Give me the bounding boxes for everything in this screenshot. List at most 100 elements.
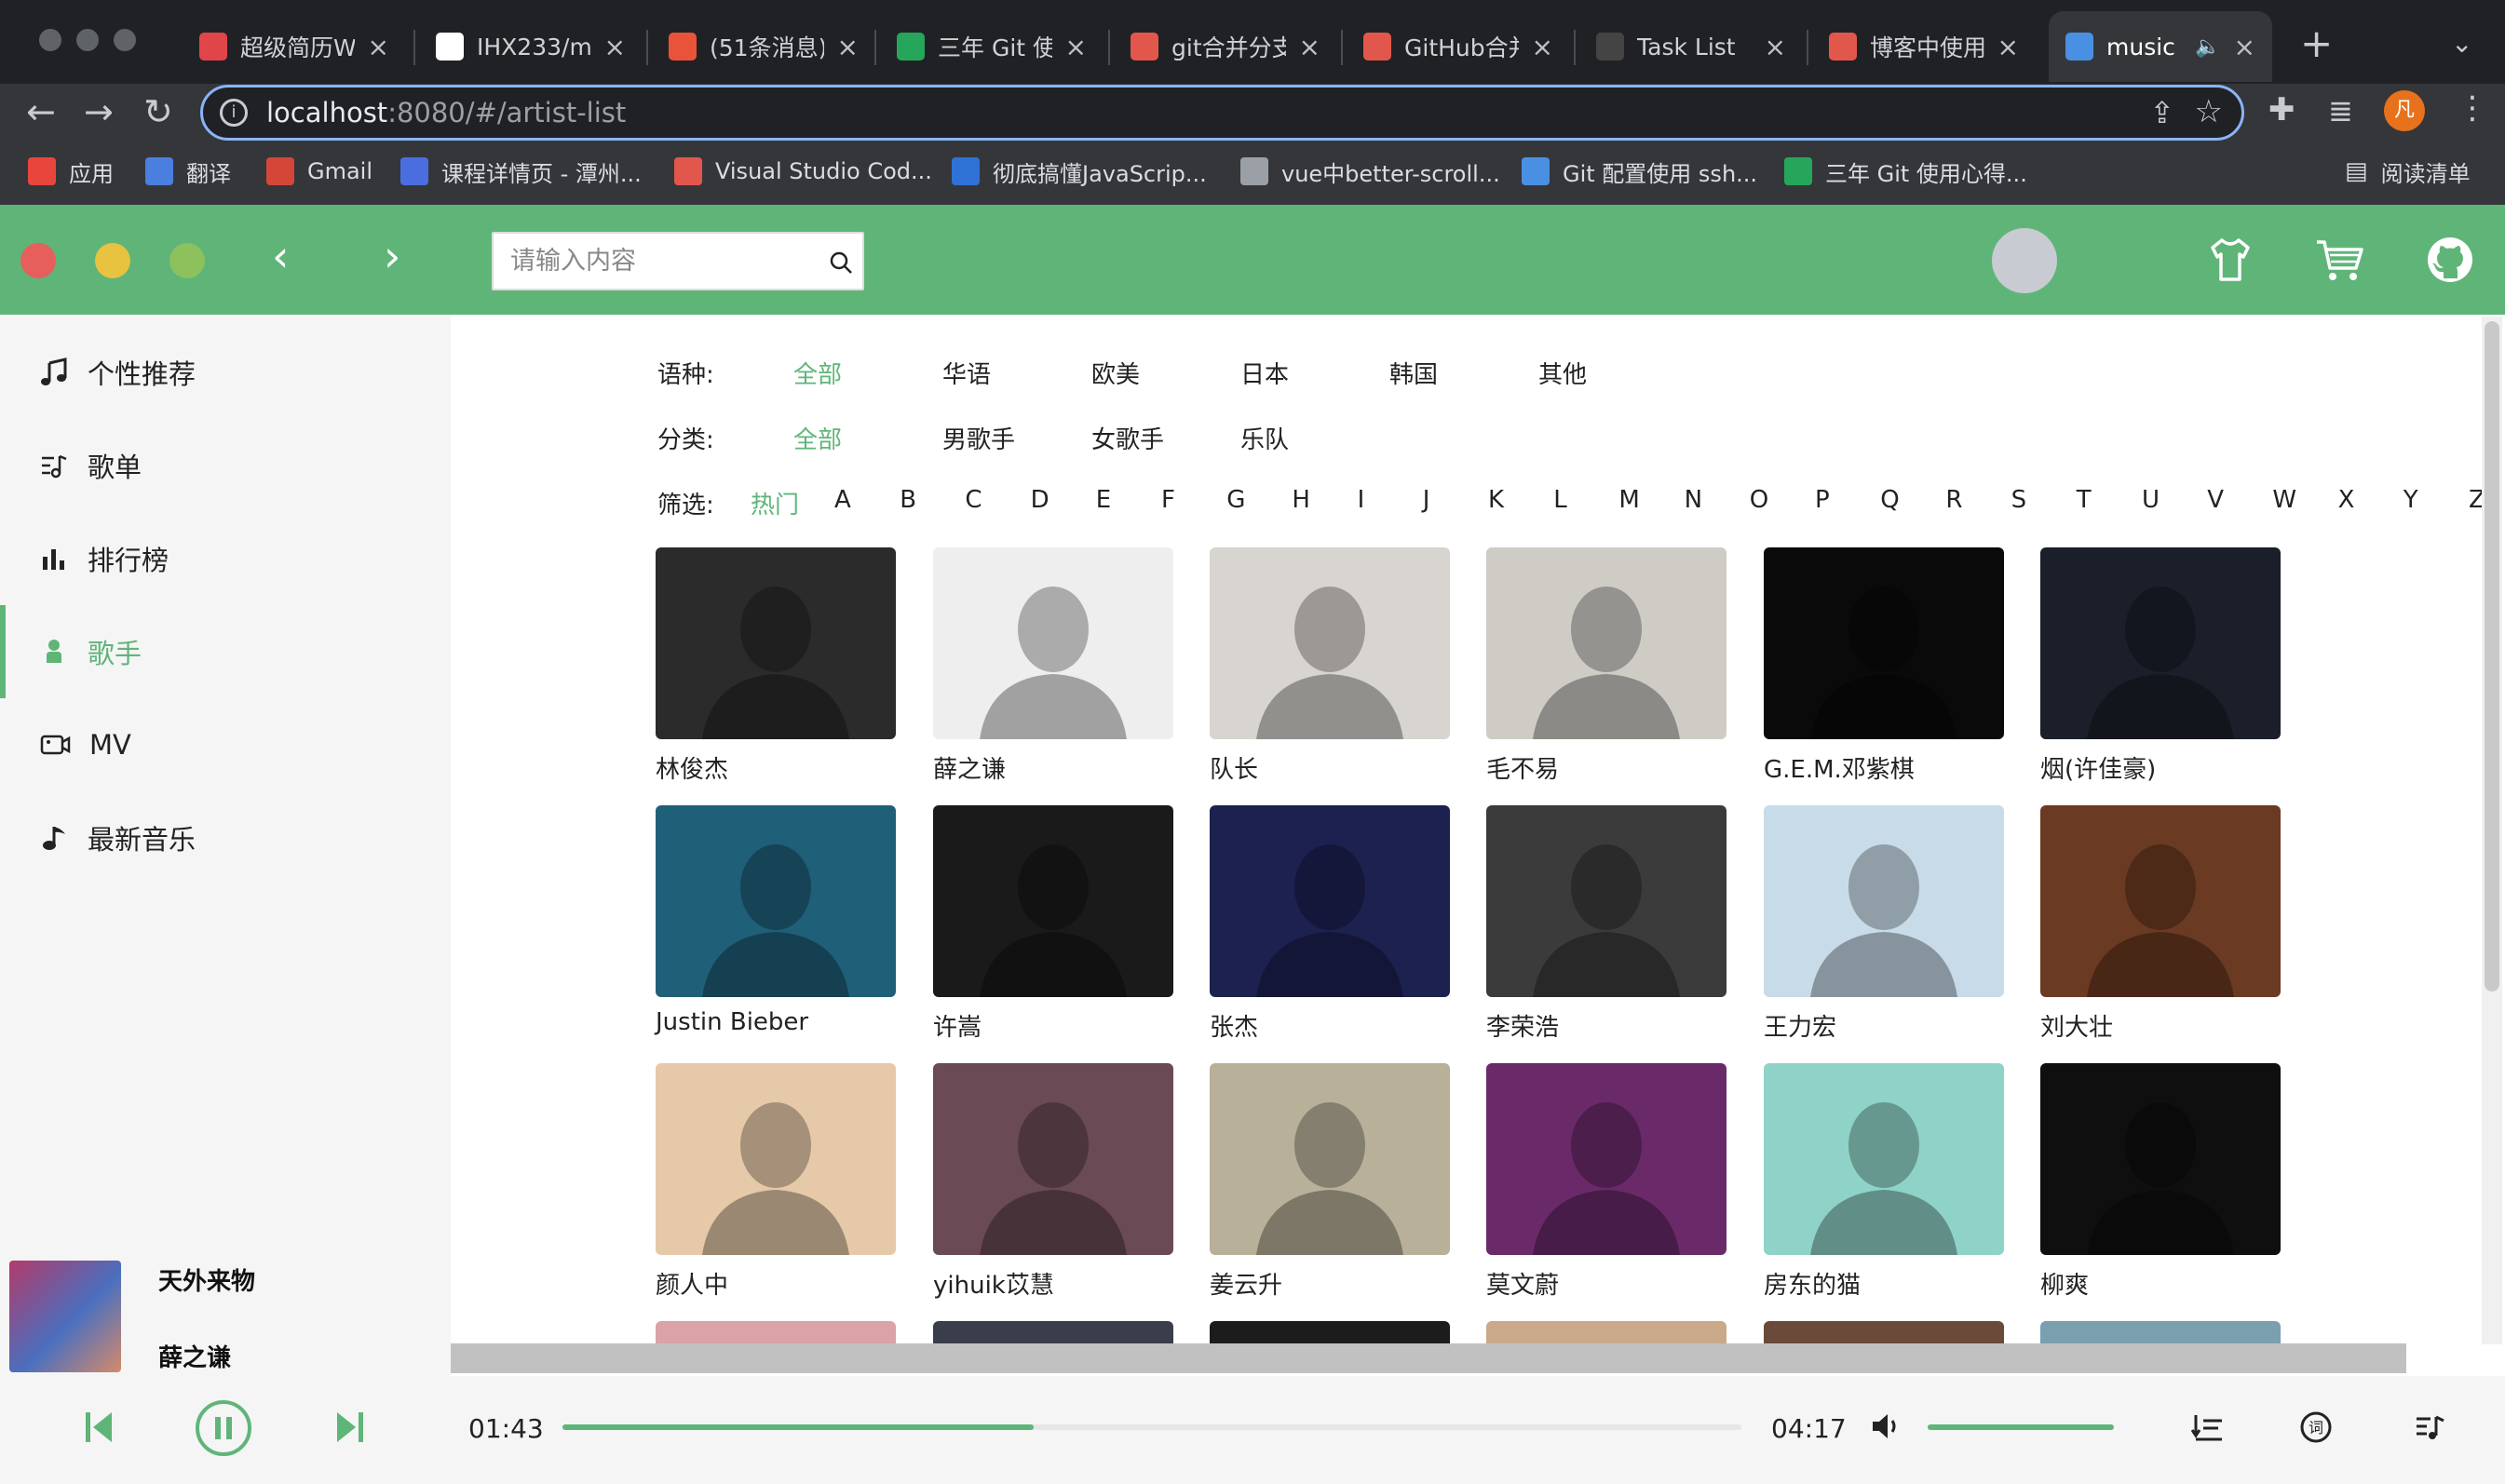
- volume-icon[interactable]: [1870, 1410, 1903, 1442]
- artist-name[interactable]: 薛之谦: [933, 750, 1173, 785]
- tab-close-icon[interactable]: ×: [1299, 32, 1320, 62]
- now-playing[interactable]: 天外来物 薛之谦: [0, 1238, 451, 1376]
- filter-option[interactable]: 其他: [1538, 356, 1587, 390]
- site-info-icon[interactable]: i: [220, 99, 248, 127]
- artist-photo[interactable]: [656, 547, 896, 739]
- tab-close-icon[interactable]: ×: [368, 32, 389, 62]
- horizontal-scrollbar[interactable]: [451, 1343, 2406, 1373]
- app-back-icon[interactable]: ‹: [272, 231, 289, 281]
- sidebar-item[interactable]: 个性推荐: [0, 326, 451, 419]
- artist-photo[interactable]: [1764, 805, 2004, 997]
- artist-name[interactable]: 姜云升: [1210, 1266, 1450, 1301]
- sidebar-item[interactable]: 歌手: [0, 605, 451, 698]
- window-zoom-dot[interactable]: [114, 29, 136, 51]
- initial-filter-option[interactable]: N: [1685, 486, 1702, 514]
- initial-filter-option[interactable]: U: [2142, 486, 2160, 514]
- media-controls-icon[interactable]: ≣: [2328, 93, 2353, 128]
- tab-close-icon[interactable]: ×: [1532, 32, 1553, 62]
- filter-option[interactable]: 乐队: [1240, 421, 1289, 455]
- filter-option[interactable]: 全部: [793, 421, 842, 455]
- artist-photo[interactable]: [1486, 547, 1726, 739]
- initial-filter-option[interactable]: 热门: [751, 486, 799, 520]
- artist-photo[interactable]: [933, 805, 1173, 997]
- artist-card[interactable]: 莫文蔚: [1486, 1063, 1726, 1301]
- artist-name[interactable]: 毛不易: [1486, 750, 1726, 785]
- tab-close-icon[interactable]: ×: [604, 32, 626, 62]
- filter-option[interactable]: 女歌手: [1091, 421, 1164, 455]
- artist-card[interactable]: 张杰: [1210, 805, 1450, 1043]
- play-mode-icon[interactable]: [2190, 1411, 2224, 1443]
- browser-tab[interactable]: IHX233/mu ×: [419, 11, 643, 82]
- search-icon[interactable]: [829, 250, 853, 275]
- artist-photo[interactable]: [2040, 1063, 2281, 1255]
- artist-card[interactable]: 姜云升: [1210, 1063, 1450, 1301]
- artist-photo[interactable]: [1210, 1063, 1450, 1255]
- back-icon[interactable]: ←: [26, 91, 56, 132]
- cart-icon[interactable]: [2313, 235, 2365, 285]
- browser-tab[interactable]: 博客中使用 ×: [1812, 11, 2036, 82]
- artist-name[interactable]: 刘大壮: [2040, 1008, 2281, 1043]
- artist-name[interactable]: 颜人中: [656, 1266, 896, 1301]
- artist-name[interactable]: 张杰: [1210, 1008, 1450, 1043]
- initial-filter-option[interactable]: M: [1618, 486, 1639, 514]
- artist-card[interactable]: 柳爽: [2040, 1063, 2281, 1301]
- artist-name[interactable]: 莫文蔚: [1486, 1266, 1726, 1301]
- previous-track-icon[interactable]: [84, 1409, 115, 1446]
- artist-card[interactable]: 林俊杰: [656, 547, 896, 785]
- artist-card[interactable]: 许嵩: [933, 805, 1173, 1043]
- tab-close-icon[interactable]: ×: [1065, 32, 1087, 62]
- window-minimize-dot[interactable]: [76, 29, 99, 51]
- initial-filter-option[interactable]: S: [2011, 486, 2027, 514]
- bookmark-star-icon[interactable]: ☆: [2195, 93, 2223, 130]
- tab-audio-icon[interactable]: 🔈: [2195, 35, 2220, 59]
- app-close-dot[interactable]: [20, 243, 56, 278]
- artist-name[interactable]: 李荣浩: [1486, 1008, 1726, 1043]
- initial-filter-option[interactable]: I: [1358, 486, 1365, 514]
- artist-photo[interactable]: [1486, 805, 1726, 997]
- filter-option[interactable]: 韩国: [1389, 356, 1438, 390]
- artist-photo[interactable]: [933, 1063, 1173, 1255]
- pause-icon[interactable]: [194, 1398, 253, 1458]
- tab-search-chevron-icon[interactable]: ⌄: [2451, 28, 2472, 59]
- artist-card[interactable]: 刘大壮: [2040, 805, 2281, 1043]
- tab-close-icon[interactable]: ×: [1997, 32, 2019, 62]
- artist-photo[interactable]: [933, 547, 1173, 739]
- user-avatar[interactable]: [1992, 228, 2057, 293]
- skin-tshirt-icon[interactable]: [2205, 235, 2255, 285]
- initial-filter-option[interactable]: R: [1945, 486, 1962, 514]
- forward-icon[interactable]: →: [84, 91, 114, 132]
- artist-photo[interactable]: [656, 1063, 896, 1255]
- artist-card[interactable]: yihuik苡慧: [933, 1063, 1173, 1301]
- app-forward-icon[interactable]: ›: [384, 231, 400, 281]
- initial-filter-option[interactable]: D: [1031, 486, 1049, 514]
- artist-card[interactable]: 烟(许佳豪): [2040, 547, 2281, 785]
- app-minimize-dot[interactable]: [95, 243, 130, 278]
- profile-avatar[interactable]: 凡: [2384, 90, 2425, 131]
- sidebar-item[interactable]: 最新音乐: [0, 791, 451, 884]
- initial-filter-option[interactable]: F: [1161, 486, 1175, 514]
- initial-filter-option[interactable]: P: [1815, 486, 1830, 514]
- bookmark-item[interactable]: vue中better-scroll...: [1240, 153, 1500, 190]
- bookmark-item[interactable]: 课程详情页 - 潭州...: [400, 153, 642, 190]
- browser-menu-icon[interactable]: ⋮: [2457, 89, 2488, 127]
- artist-photo[interactable]: [1764, 547, 2004, 739]
- search-input[interactable]: [510, 234, 818, 289]
- extensions-icon[interactable]: ✚: [2268, 91, 2295, 128]
- browser-tab[interactable]: Task List ×: [1579, 11, 1803, 82]
- artist-card[interactable]: 毛不易: [1486, 547, 1726, 785]
- artist-name[interactable]: G.E.M.邓紫棋: [1764, 750, 2004, 785]
- artist-name[interactable]: 林俊杰: [656, 750, 896, 785]
- reload-icon[interactable]: ↻: [143, 91, 173, 132]
- artist-name[interactable]: 王力宏: [1764, 1008, 2004, 1043]
- initial-filter-option[interactable]: B: [900, 486, 916, 514]
- tab-close-icon[interactable]: ×: [1765, 32, 1786, 62]
- artist-card[interactable]: 房东的猫: [1764, 1063, 2004, 1301]
- playlist-queue-icon[interactable]: [2414, 1411, 2445, 1443]
- bookmark-item[interactable]: Gmail: [266, 153, 372, 190]
- bookmark-item[interactable]: 翻译: [145, 153, 231, 190]
- artist-photo[interactable]: [1210, 547, 1450, 739]
- artist-card[interactable]: 薛之谦: [933, 547, 1173, 785]
- initial-filter-option[interactable]: Q: [1880, 486, 1899, 514]
- initial-filter-option[interactable]: J: [1423, 486, 1430, 514]
- bookmark-item[interactable]: 三年 Git 使用心得...: [1784, 153, 2027, 190]
